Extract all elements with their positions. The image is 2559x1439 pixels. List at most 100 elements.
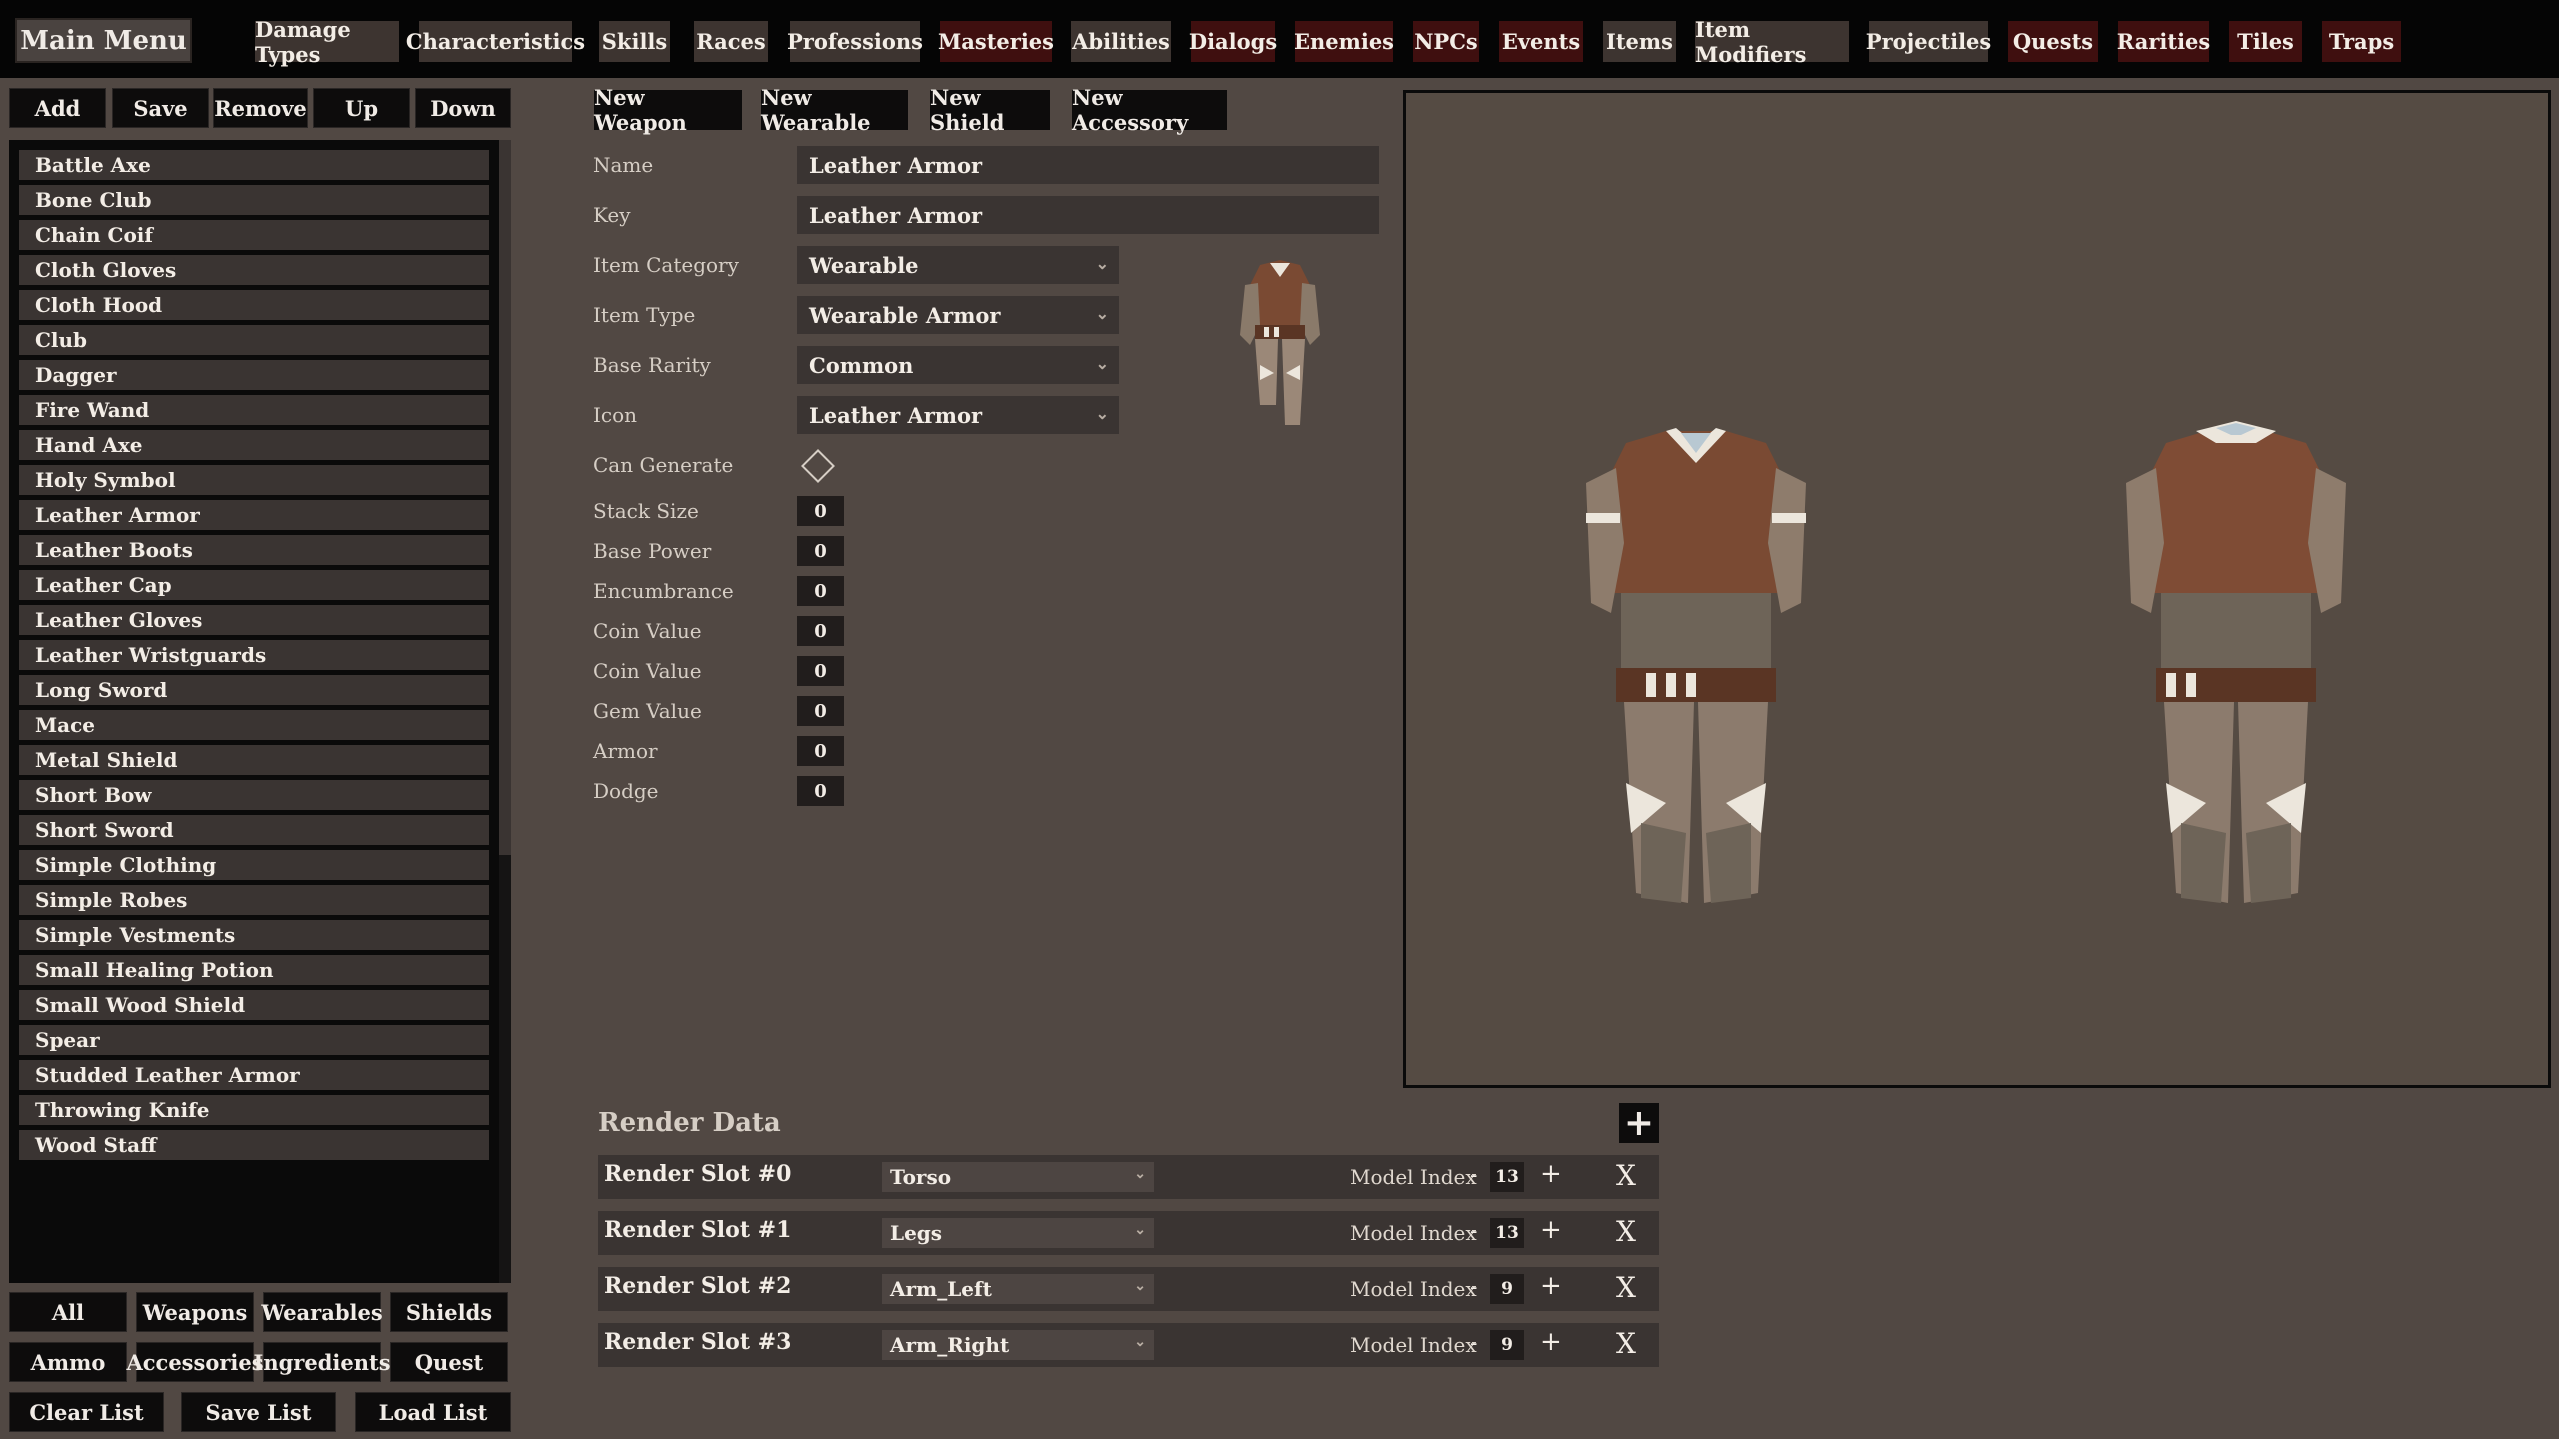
gem-value-field[interactable]: 0	[797, 696, 844, 726]
list-scrollbar[interactable]	[499, 140, 511, 1283]
new-shield-button[interactable]: New Shield	[930, 85, 1050, 135]
up-button[interactable]: Up	[313, 88, 410, 128]
list-item[interactable]: Metal Shield	[19, 745, 489, 775]
increment-model-index-button[interactable]: +	[1540, 1215, 1562, 1245]
tab-npcs[interactable]: NPCs	[1413, 21, 1479, 62]
decrement-model-index-button[interactable]: -	[1470, 1331, 1477, 1356]
dodge-field[interactable]: 0	[797, 776, 844, 806]
list-item[interactable]: Cloth Gloves	[19, 255, 489, 285]
tab-projectiles[interactable]: Projectiles	[1866, 21, 1991, 62]
list-scrollbar-thumb[interactable]	[499, 140, 511, 855]
increment-model-index-button[interactable]: +	[1540, 1327, 1562, 1357]
tab-rarities[interactable]: Rarities	[2117, 21, 2210, 62]
base-power-field[interactable]: 0	[797, 536, 844, 566]
list-item[interactable]: Long Sword	[19, 675, 489, 705]
tab-tiles[interactable]: Tiles	[2229, 21, 2302, 62]
list-item[interactable]: Simple Robes	[19, 885, 489, 915]
coin-value-field-2[interactable]: 0	[797, 656, 844, 686]
armor-field[interactable]: 0	[797, 736, 844, 766]
remove-render-slot-button[interactable]: X	[1616, 1159, 1636, 1192]
tab-professions[interactable]: Professions	[787, 21, 923, 62]
tab-dialogs[interactable]: Dialogs	[1189, 21, 1277, 62]
add-button[interactable]: Add	[9, 88, 106, 128]
increment-model-index-button[interactable]: +	[1540, 1271, 1562, 1301]
new-accessory-button[interactable]: New Accessory	[1072, 85, 1227, 135]
filter-weapons-button[interactable]: Weapons	[136, 1292, 254, 1332]
list-item[interactable]: Throwing Knife	[19, 1095, 489, 1125]
new-wearable-button[interactable]: New Wearable	[761, 85, 908, 135]
render-slot-part-dropdown[interactable]: Legs ⌄	[882, 1218, 1154, 1248]
list-item[interactable]: Club	[19, 325, 489, 355]
list-item[interactable]: Holy Symbol	[19, 465, 489, 495]
list-item[interactable]: Small Healing Potion	[19, 955, 489, 985]
save-list-button[interactable]: Save List	[181, 1392, 336, 1432]
base-rarity-dropdown[interactable]: Common ⌄	[797, 346, 1119, 384]
list-item[interactable]: Short Bow	[19, 780, 489, 810]
increment-model-index-button[interactable]: +	[1540, 1159, 1562, 1189]
tab-item-modifiers[interactable]: Item Modifiers	[1695, 17, 1849, 67]
name-field[interactable]: Leather Armor	[797, 146, 1379, 184]
tab-events[interactable]: Events	[1499, 21, 1583, 62]
tab-quests[interactable]: Quests	[2008, 21, 2098, 62]
list-item[interactable]: Leather Armor	[19, 500, 489, 530]
list-item[interactable]: Small Wood Shield	[19, 990, 489, 1020]
model-index-value[interactable]: 13	[1490, 1162, 1524, 1192]
tab-traps[interactable]: Traps	[2322, 21, 2401, 62]
list-item[interactable]: Leather Wristguards	[19, 640, 489, 670]
list-item[interactable]: Simple Vestments	[19, 920, 489, 950]
down-button[interactable]: Down	[415, 88, 511, 128]
filter-quest-button[interactable]: Quest	[390, 1342, 508, 1382]
list-item[interactable]: Mace	[19, 710, 489, 740]
tab-damage-types[interactable]: Damage Types	[255, 17, 399, 67]
filter-wearables-button[interactable]: Wearables	[261, 1292, 383, 1332]
remove-render-slot-button[interactable]: X	[1616, 1271, 1636, 1304]
icon-dropdown[interactable]: Leather Armor ⌄	[797, 396, 1119, 434]
list-item[interactable]: Wood Staff	[19, 1130, 489, 1160]
filter-shields-button[interactable]: Shields	[390, 1292, 508, 1332]
model-preview-viewport[interactable]	[1403, 90, 2551, 1088]
tab-skills[interactable]: Skills	[599, 21, 670, 62]
list-item[interactable]: Chain Coif	[19, 220, 489, 250]
item-category-dropdown[interactable]: Wearable ⌄	[797, 246, 1119, 284]
list-item[interactable]: Simple Clothing	[19, 850, 489, 880]
tab-races[interactable]: Races	[694, 21, 768, 62]
list-item[interactable]: Battle Axe	[19, 150, 489, 180]
coin-value-field[interactable]: 0	[797, 616, 844, 646]
tab-characteristics[interactable]: Characteristics	[406, 21, 585, 62]
render-slot-part-dropdown[interactable]: Torso ⌄	[882, 1162, 1154, 1192]
remove-render-slot-button[interactable]: X	[1616, 1215, 1636, 1248]
render-slot-part-dropdown[interactable]: Arm_Right ⌄	[882, 1330, 1154, 1360]
list-item[interactable]: Cloth Hood	[19, 290, 489, 320]
filter-ammo-button[interactable]: Ammo	[9, 1342, 127, 1382]
clear-list-button[interactable]: Clear List	[9, 1392, 164, 1432]
tab-masteries[interactable]: Masteries	[938, 21, 1054, 62]
remove-button[interactable]: Remove	[213, 88, 308, 128]
add-render-slot-button[interactable]: +	[1619, 1102, 1659, 1144]
load-list-button[interactable]: Load List	[355, 1392, 511, 1432]
filter-all-button[interactable]: All	[9, 1292, 127, 1332]
filter-accessories-button[interactable]: Accessories	[126, 1342, 264, 1382]
save-button[interactable]: Save	[112, 88, 209, 128]
render-slot-part-dropdown[interactable]: Arm_Left ⌄	[882, 1274, 1154, 1304]
new-weapon-button[interactable]: New Weapon	[594, 85, 742, 135]
decrement-model-index-button[interactable]: -	[1470, 1275, 1477, 1300]
list-item[interactable]: Studded Leather Armor	[19, 1060, 489, 1090]
model-index-value[interactable]: 9	[1490, 1330, 1524, 1360]
encumbrance-field[interactable]: 0	[797, 576, 844, 606]
remove-render-slot-button[interactable]: X	[1616, 1327, 1636, 1360]
main-menu-button[interactable]: Main Menu	[15, 18, 192, 63]
model-index-value[interactable]: 13	[1490, 1218, 1524, 1248]
list-item[interactable]: Leather Cap	[19, 570, 489, 600]
list-item[interactable]: Bone Club	[19, 185, 489, 215]
list-item[interactable]: Fire Wand	[19, 395, 489, 425]
key-field[interactable]: Leather Armor	[797, 196, 1379, 234]
list-item[interactable]: Spear	[19, 1025, 489, 1055]
decrement-model-index-button[interactable]: -	[1470, 1219, 1477, 1244]
list-item[interactable]: Dagger	[19, 360, 489, 390]
tab-abilities[interactable]: Abilities	[1071, 21, 1171, 62]
filter-ingredients-button[interactable]: Ingredients	[254, 1342, 391, 1382]
list-item[interactable]: Leather Gloves	[19, 605, 489, 635]
model-index-value[interactable]: 9	[1490, 1274, 1524, 1304]
tab-items[interactable]: Items	[1603, 21, 1676, 62]
list-item[interactable]: Short Sword	[19, 815, 489, 845]
